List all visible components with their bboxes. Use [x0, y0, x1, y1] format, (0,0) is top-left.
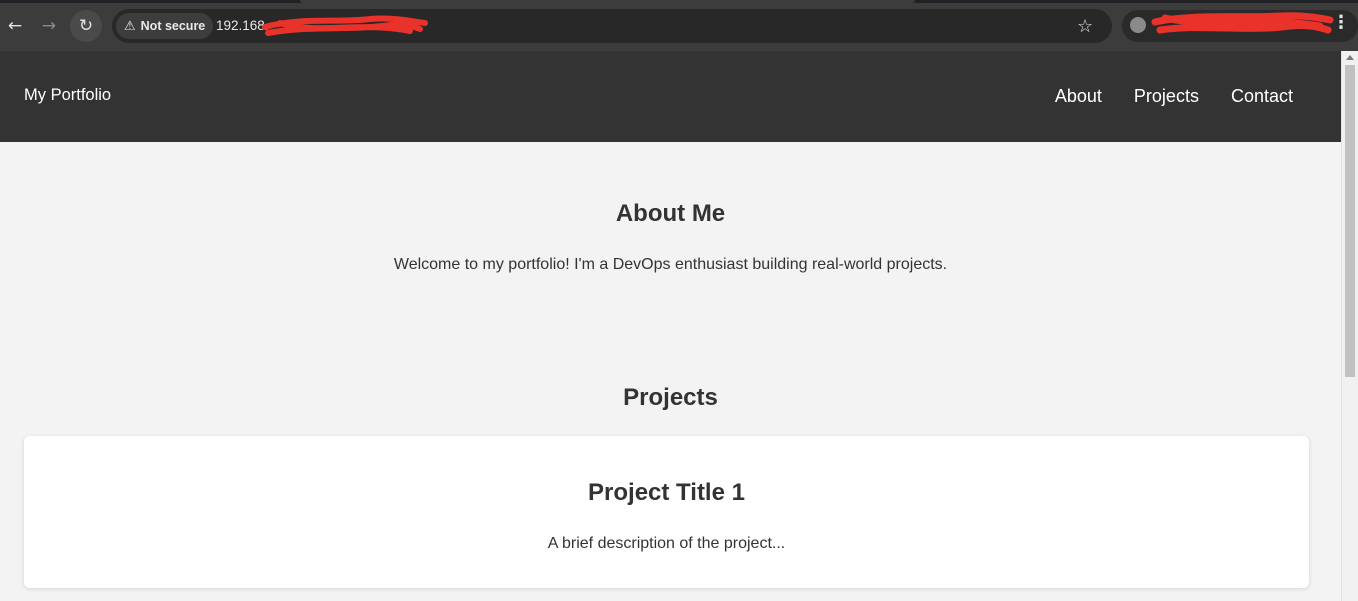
site-nav: About Projects Contact [1055, 86, 1293, 107]
nav-contact-link[interactable]: Contact [1231, 86, 1293, 107]
about-section: About Me Welcome to my portfolio! I'm a … [0, 200, 1341, 274]
reload-icon[interactable]: ↻ [70, 10, 102, 42]
nav-about-link[interactable]: About [1055, 86, 1102, 107]
nav-projects-link[interactable]: Projects [1134, 86, 1199, 107]
scroll-up-arrow-icon[interactable] [1346, 55, 1354, 60]
bookmark-star-icon[interactable]: ☆ [1077, 16, 1093, 37]
tab-strip-edge [0, 0, 1358, 3]
project-title: Project Title 1 [588, 479, 745, 506]
address-bar[interactable]: ⚠ Not secure 192.168. ☆ [112, 9, 1112, 43]
page-scrollbar[interactable] [1341, 51, 1358, 601]
page-viewport: My Portfolio About Projects Contact Abou… [0, 51, 1341, 601]
forward-arrow-icon[interactable]: → [33, 10, 65, 42]
scrollbar-thumb[interactable] [1345, 65, 1355, 377]
browser-toolbar: ← → ↻ ⚠ Not secure 192.168. ☆ ⋮ [0, 0, 1358, 51]
extension-icon[interactable] [1130, 17, 1146, 33]
projects-section: Projects Project Title 1 A brief descrip… [0, 384, 1341, 588]
url-redaction-scribble [262, 15, 428, 36]
site-header: My Portfolio About Projects Contact [0, 51, 1341, 142]
warning-triangle-icon: ⚠ [124, 18, 136, 34]
site-brand[interactable]: My Portfolio [24, 86, 111, 105]
site-info-chip[interactable]: ⚠ Not secure [116, 13, 214, 39]
more-menu-icon[interactable]: ⋮ [1332, 12, 1350, 33]
about-heading: About Me [615, 200, 726, 227]
active-tab-edge [300, 0, 915, 3]
projects-heading: Projects [623, 384, 718, 411]
back-arrow-icon[interactable]: ← [0, 10, 31, 42]
project-card: Project Title 1 A brief description of t… [24, 436, 1309, 588]
profile-redaction-scribble [1151, 12, 1334, 34]
security-label: Not secure [140, 19, 206, 33]
project-description: A brief description of the project... [547, 535, 786, 552]
about-text: Welcome to my portfolio! I'm a DevOps en… [393, 256, 948, 273]
